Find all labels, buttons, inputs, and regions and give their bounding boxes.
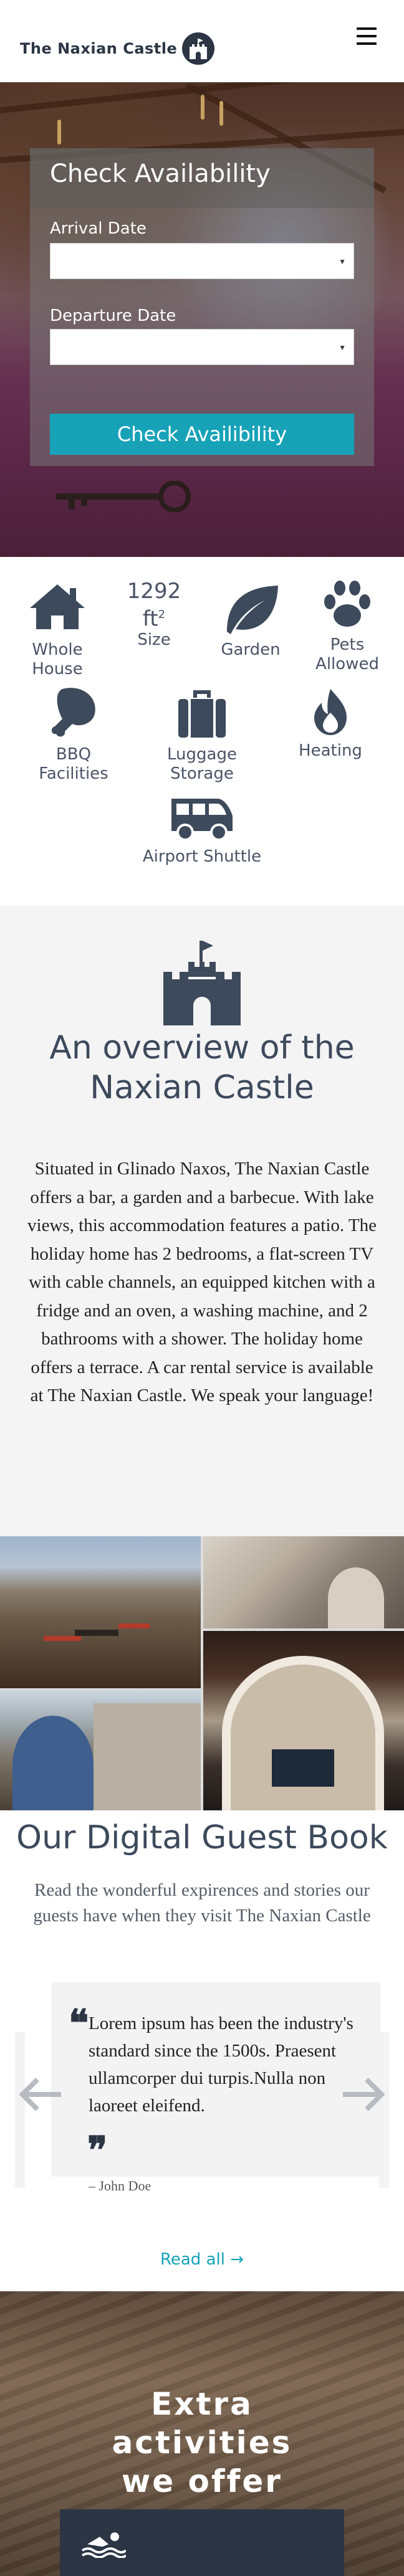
amenity-label: BBQ Facilities bbox=[39, 745, 108, 783]
chair-shape bbox=[118, 1623, 150, 1628]
activities-title: Extra activities we offer bbox=[112, 2386, 292, 2499]
hamburger-line bbox=[357, 42, 377, 45]
hamburger-line bbox=[357, 35, 377, 37]
overview-section: An overview of the Naxian Castle Situate… bbox=[0, 906, 404, 1536]
quote-open-icon: ❝ bbox=[69, 2003, 89, 2044]
carousel-prev-arrow-icon[interactable] bbox=[19, 2076, 62, 2113]
amenity-bbq: BBQ Facilities bbox=[27, 685, 120, 784]
hamburger-line bbox=[357, 27, 377, 30]
testimonial-text: Lorem ipsum has been the industry's stan… bbox=[89, 2013, 354, 2116]
photo-gallery bbox=[0, 1536, 404, 1810]
size-unit-text: ft bbox=[142, 606, 158, 632]
luggage-icon bbox=[178, 690, 226, 738]
hero-section: Check Availability Arrival Date ▼ Depart… bbox=[0, 82, 404, 557]
gallery-photo-terrace[interactable] bbox=[0, 1536, 201, 1688]
gallery-photo-living-room[interactable] bbox=[203, 1631, 404, 1810]
hanging-lamp bbox=[219, 101, 223, 126]
amenity-label: Pets Allowed bbox=[315, 635, 379, 673]
hamburger-icon[interactable] bbox=[357, 27, 377, 45]
swimming-icon bbox=[81, 2532, 126, 2558]
brand-link[interactable]: The Naxian Castle bbox=[20, 32, 215, 65]
wall-shape bbox=[94, 1703, 201, 1810]
availability-title: Check Availability bbox=[50, 159, 271, 188]
guestbook-subtitle: Read the wonderful expirences and storie… bbox=[33, 1880, 371, 1926]
quote-close-icon: ❞ bbox=[87, 2130, 108, 2171]
departure-date-select[interactable]: ▼ bbox=[50, 329, 354, 365]
amenity-size: 1292 ft2 Size bbox=[107, 579, 201, 650]
drumstick-icon bbox=[51, 688, 95, 737]
arrival-date-select[interactable]: ▼ bbox=[50, 243, 354, 279]
amenities-section: Whole House 1292 ft2 Size Garden Pets Al… bbox=[0, 557, 404, 906]
amenity-label: Heating bbox=[299, 741, 362, 760]
sofa-shape bbox=[272, 1749, 334, 1787]
amenity-label: Luggage Storage bbox=[167, 745, 237, 783]
castle-logo-icon bbox=[182, 32, 215, 65]
amenity-label: Garden bbox=[221, 640, 281, 659]
chair-shape bbox=[44, 1636, 81, 1641]
size-value: 1292 bbox=[127, 579, 181, 604]
testimonial-author: – John Doe bbox=[89, 2178, 152, 2193]
castle-icon bbox=[163, 941, 241, 1025]
check-availability-button[interactable]: Check Availibility bbox=[50, 414, 354, 455]
arrival-date-label: Arrival Date bbox=[50, 219, 147, 238]
availability-form: Check Availability Arrival Date ▼ Depart… bbox=[30, 148, 374, 466]
flame-icon bbox=[314, 689, 347, 735]
gallery-photo-stone-room[interactable] bbox=[203, 1536, 404, 1628]
guestbook-section: Our Digital Guest Book Read the wonderfu… bbox=[0, 1810, 404, 2291]
chevron-down-icon: ▼ bbox=[339, 257, 346, 266]
size-unit: ft2 bbox=[107, 603, 201, 630]
size-unit-sup: 2 bbox=[158, 608, 166, 621]
paw-icon bbox=[324, 581, 370, 627]
overview-title: An overview of the Naxian Castle bbox=[49, 1029, 355, 1106]
brand-name: The Naxian Castle bbox=[20, 40, 178, 57]
table-shape bbox=[75, 1630, 118, 1636]
chevron-down-icon: ▼ bbox=[339, 343, 346, 352]
guestbook-title: Our Digital Guest Book bbox=[16, 1819, 388, 1856]
hanging-lamp bbox=[57, 120, 61, 145]
leaf-icon bbox=[227, 586, 278, 634]
arch-shape bbox=[12, 1716, 94, 1810]
departure-date-label: Departure Date bbox=[50, 307, 176, 325]
activity-card[interactable] bbox=[60, 2509, 344, 2576]
amenity-shuttle: Airport Shuttle bbox=[140, 794, 264, 867]
overview-text: Situated in Glinado Naxos, The Naxian Ca… bbox=[27, 1159, 377, 1405]
activities-section: Extra activities we offer bbox=[0, 2291, 404, 2576]
amenity-whole-house: Whole House bbox=[11, 582, 104, 679]
amenity-label: Size bbox=[137, 630, 171, 650]
amenity-garden: Garden bbox=[204, 582, 297, 660]
gallery-photo-archway[interactable] bbox=[0, 1691, 201, 1810]
house-icon bbox=[30, 584, 85, 629]
carousel-next-arrow-icon[interactable] bbox=[342, 2076, 385, 2113]
van-icon bbox=[171, 799, 233, 841]
amenity-heating: Heating bbox=[284, 688, 377, 761]
amenity-luggage: Luggage Storage bbox=[155, 688, 249, 784]
arch-shape bbox=[328, 1567, 384, 1628]
amenity-pets: Pets Allowed bbox=[301, 579, 394, 674]
key-decoration bbox=[56, 481, 191, 512]
arch-shape bbox=[222, 1656, 384, 1810]
amenity-label: Airport Shuttle bbox=[142, 847, 262, 866]
site-header: The Naxian Castle bbox=[0, 0, 404, 82]
read-all-link[interactable]: Read all → bbox=[0, 2250, 404, 2269]
amenity-label: Whole House bbox=[32, 640, 83, 678]
hanging-lamp bbox=[201, 95, 204, 120]
